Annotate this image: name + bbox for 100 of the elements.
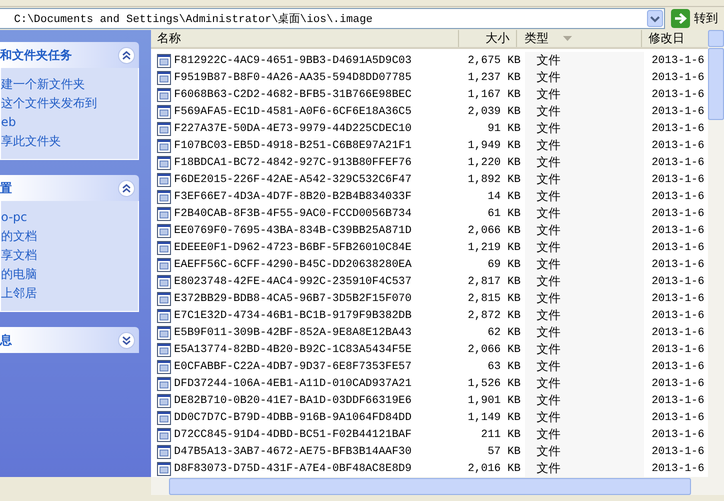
file-icon bbox=[157, 376, 171, 390]
file-type: 文件 bbox=[536, 358, 561, 375]
file-date: 2013-1-6 bbox=[652, 72, 704, 84]
file-date: 2013-1-6 bbox=[652, 224, 704, 236]
file-name[interactable]: E5A13774-82BD-4B20-B92C-1C83A5434F5E bbox=[174, 344, 412, 356]
file-date: 2013-1-6 bbox=[652, 54, 704, 66]
task-link[interactable]: 这个文件夹发布到 bbox=[1, 95, 138, 111]
file-name[interactable]: F3EF66E7-4D3A-4D7F-8B20-B2B4B834033F bbox=[174, 190, 412, 202]
file-icon bbox=[157, 360, 171, 374]
file-size: 1,949 KB bbox=[468, 140, 521, 152]
file-name[interactable]: DFD37244-106A-4EB1-A11D-010CAD937A21 bbox=[174, 378, 412, 390]
task-link[interactable]: 的电脑 bbox=[1, 266, 138, 282]
file-type: 文件 bbox=[536, 256, 561, 273]
file-type: 文件 bbox=[536, 52, 561, 69]
file-size: 2,872 KB bbox=[468, 310, 521, 322]
file-size: 1,901 KB bbox=[468, 394, 521, 406]
file-name[interactable]: F107BC03-EB5D-4918-B251-C6B8E97A21F1 bbox=[174, 140, 412, 152]
panel-title[interactable]: 息 bbox=[0, 332, 12, 348]
file-name[interactable]: F227A37E-50DA-4E73-9979-44D225CDEC10 bbox=[174, 122, 412, 134]
file-name[interactable]: E5B9F011-309B-42BF-852A-9E8A8E12BA43 bbox=[174, 326, 412, 338]
file-name[interactable]: F812922C-4AC9-4651-9BB3-D4691A5D9C03 bbox=[174, 54, 412, 66]
file-name[interactable]: E8023748-42FE-4AC4-992C-235910F4C537 bbox=[174, 276, 412, 288]
chevron-icon[interactable] bbox=[118, 332, 135, 348]
file-icon bbox=[157, 54, 171, 68]
chevron-icon[interactable] bbox=[118, 180, 135, 196]
file-name[interactable]: E7C1E32D-4734-46B1-BC1B-9179F9B382DB bbox=[174, 310, 412, 322]
panel-title[interactable]: 置 bbox=[0, 180, 12, 196]
task-link[interactable]: 建一个新文件夹 bbox=[1, 76, 138, 92]
file-name[interactable]: F18BDCA1-BC72-4842-927C-913B80FFEF76 bbox=[174, 156, 412, 168]
file-icon bbox=[157, 274, 171, 288]
address-field[interactable]: C:\Documents and Settings\Administrator\桌面\ios\.image bbox=[0, 8, 665, 29]
file-type: 文件 bbox=[536, 120, 561, 137]
file-icon bbox=[157, 206, 171, 220]
file-name[interactable]: F6DE2015-226F-42AE-A542-329C532C6F47 bbox=[174, 174, 412, 186]
file-size: 2,016 KB bbox=[468, 462, 521, 474]
file-icon bbox=[157, 156, 171, 170]
file-type: 文件 bbox=[536, 460, 561, 477]
file-size: 91 KB bbox=[488, 122, 521, 134]
file-size: 1,219 KB bbox=[468, 242, 521, 254]
horizontal-scrollbar[interactable] bbox=[151, 477, 724, 495]
go-button[interactable]: 转到 bbox=[669, 9, 720, 28]
file-name[interactable]: D47B5A13-3AB7-4672-AE75-BFB3B14AAF30 bbox=[174, 446, 412, 458]
file-icon bbox=[157, 172, 171, 186]
file-name[interactable]: EE0769F0-7695-43BA-834B-C39BB25A871D bbox=[174, 224, 412, 236]
file-date: 2013-1-6 bbox=[652, 412, 704, 424]
file-name[interactable]: F9519B87-B8F0-4A26-AA35-594D8DD07785 bbox=[174, 72, 412, 84]
file-icon bbox=[157, 410, 171, 424]
file-name[interactable]: E0CFABBF-C22A-4DB7-9D37-6E8F7353FE57 bbox=[174, 360, 412, 372]
file-icon bbox=[157, 240, 171, 254]
file-type: 文件 bbox=[536, 103, 561, 120]
file-type: 文件 bbox=[536, 239, 561, 256]
file-date: 2013-1-6 bbox=[652, 258, 704, 270]
file-name[interactable]: EDEEE0F1-D962-4723-B6BF-5FB26010C84E bbox=[174, 242, 412, 254]
task-link[interactable]: eb bbox=[1, 114, 138, 130]
sort-arrow-icon bbox=[562, 36, 572, 41]
column-header[interactable]: 大小 bbox=[459, 30, 517, 47]
file-size: 211 KB bbox=[480, 428, 521, 440]
file-icon bbox=[157, 138, 171, 152]
file-type: 文件 bbox=[536, 341, 561, 358]
file-date: 2013-1-6 bbox=[652, 88, 704, 100]
file-date: 2013-1-6 bbox=[652, 276, 704, 288]
file-size: 1,892 KB bbox=[468, 174, 521, 186]
file-name[interactable]: F569AFA5-EC1D-4581-A0F6-6CF6E18A36C5 bbox=[174, 106, 412, 118]
task-link[interactable]: 的文档 bbox=[1, 228, 138, 244]
column-header[interactable]: 类型 bbox=[516, 30, 642, 47]
file-name[interactable]: DD0C7D7C-B79D-4DBB-916B-9A1064FD84DD bbox=[174, 412, 412, 424]
file-name[interactable]: EAEFF56C-6CFF-4290-B45C-DD20638280EA bbox=[174, 258, 412, 270]
file-icon bbox=[157, 308, 171, 322]
file-size: 57 KB bbox=[488, 446, 521, 458]
file-name[interactable]: F6068B63-C2D2-4682-BFB5-31B766E98BEC bbox=[174, 88, 412, 100]
task-link[interactable]: 享文档 bbox=[1, 247, 138, 263]
file-type: 文件 bbox=[536, 154, 561, 171]
task-link[interactable]: 上邻居 bbox=[1, 285, 138, 301]
file-name[interactable]: DE82B710-0B20-41E7-BA1D-03DDF66319E6 bbox=[174, 394, 412, 406]
task-link[interactable]: o-pc bbox=[1, 209, 138, 225]
file-icon bbox=[157, 88, 171, 102]
file-icon bbox=[157, 292, 171, 306]
chevron-icon[interactable] bbox=[118, 46, 135, 64]
file-type: 文件 bbox=[536, 409, 561, 426]
file-icon bbox=[157, 394, 171, 408]
file-icon bbox=[157, 104, 171, 118]
file-name[interactable]: F2B40CAB-8F3B-4F55-9AC0-FCCD0056B734 bbox=[174, 208, 412, 220]
file-size: 69 KB bbox=[488, 258, 521, 270]
file-date: 2013-1-6 bbox=[652, 326, 704, 338]
file-date: 2013-1-6 bbox=[652, 122, 704, 134]
file-size: 1,220 KB bbox=[468, 156, 521, 168]
file-icon bbox=[157, 326, 171, 340]
column-header[interactable]: 名称 bbox=[151, 30, 460, 47]
column-header[interactable]: 修改日 bbox=[642, 30, 708, 47]
task-link[interactable]: 享此文件夹 bbox=[1, 133, 138, 149]
file-name[interactable]: D72CC845-91D4-4DBD-BC51-F02B44121BAF bbox=[174, 428, 412, 440]
file-type: 文件 bbox=[536, 69, 561, 86]
file-size: 2,066 KB bbox=[468, 344, 521, 356]
file-size: 14 KB bbox=[488, 190, 521, 202]
file-name[interactable]: D8F83073-D75D-431F-A7E4-0BF48AC8E8D9 bbox=[174, 462, 412, 474]
file-size: 1,526 KB bbox=[468, 378, 521, 390]
file-name[interactable]: E372BB29-BDB8-4CA5-96B7-3D5B2F15F070 bbox=[174, 292, 412, 304]
vertical-scrollbar[interactable] bbox=[708, 30, 724, 477]
file-date: 2013-1-6 bbox=[652, 174, 704, 186]
file-size: 2,675 KB bbox=[468, 54, 521, 66]
